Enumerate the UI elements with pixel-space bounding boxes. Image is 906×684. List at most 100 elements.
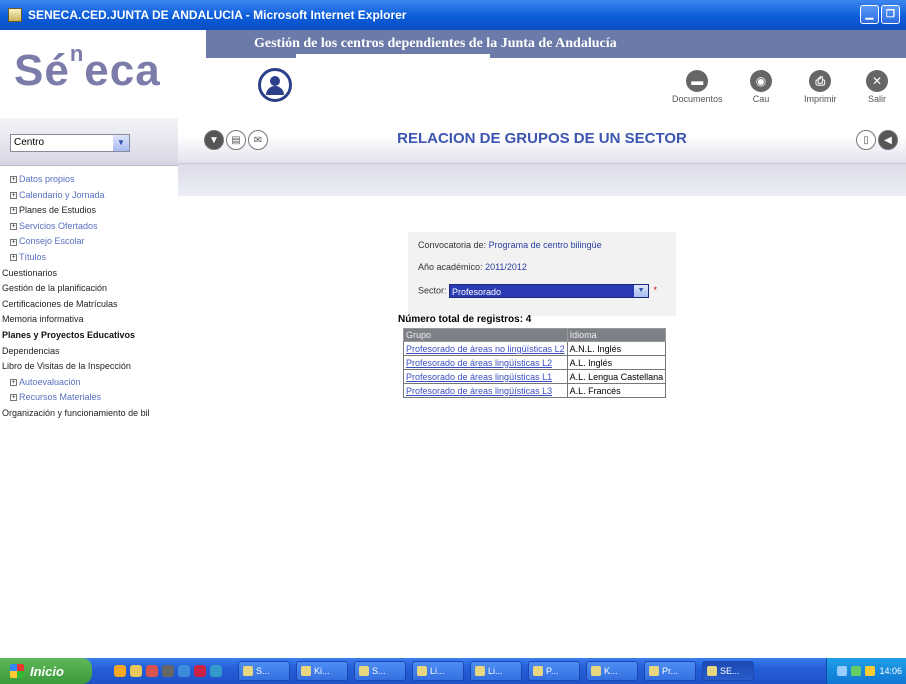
quicklaunch-icon[interactable]: [146, 665, 158, 677]
user-icon[interactable]: [258, 68, 292, 102]
exit-icon: ✕: [866, 70, 888, 92]
header-band-title: Gestión de los centros dependientes de l…: [254, 36, 617, 51]
system-tray: 14:06: [826, 658, 906, 684]
taskbar-item[interactable]: Li...: [412, 661, 464, 681]
taskbar-item[interactable]: Ki...: [296, 661, 348, 681]
tray-icon[interactable]: [851, 666, 862, 676]
convocatoria-value: Programa de centro bilingüe: [488, 240, 602, 250]
expand-icon: +: [10, 176, 17, 184]
tray-icon[interactable]: [865, 666, 876, 676]
idioma-cell: A.L. Inglés: [566, 355, 667, 370]
group-link[interactable]: Profesorado de áreas lingüísticas L3: [406, 386, 552, 396]
convocatoria-label: Convocatoria de:: [418, 240, 487, 250]
windows-flag-icon: [10, 664, 24, 678]
expand-icon: +: [10, 238, 17, 246]
sidebar-item-servicios[interactable]: + Servicios Ofertados: [2, 219, 178, 235]
sidebar-item-planes-proyectos[interactable]: Planes y Proyectos Educativos: [2, 328, 178, 344]
folder-icon: [301, 666, 311, 676]
maximize-icon[interactable]: ❐: [881, 5, 900, 24]
window-title: SENECA.CED.JUNTA DE ANDALUCIA - Microsof…: [28, 8, 407, 22]
chevron-down-icon[interactable]: ▼: [634, 285, 649, 297]
expand-icon: +: [10, 394, 17, 402]
tray-icon[interactable]: [837, 666, 848, 676]
table-row: Profesorado de áreas lingüísticas L2 A.L…: [403, 355, 667, 370]
sidebar-item-autoevaluacion[interactable]: + Autoevaluación: [2, 375, 178, 391]
idioma-cell: A.L. Lengua Castellana: [566, 369, 667, 384]
sub-header-band: [178, 164, 906, 196]
taskbar-item[interactable]: P...: [528, 661, 580, 681]
sidebar-item-recursos[interactable]: + Recursos Materiales: [2, 390, 178, 406]
document-icon: [533, 666, 543, 676]
anio-value: 2011/2012: [485, 262, 527, 272]
group-link[interactable]: Profesorado de áreas lingüísticas L1: [406, 372, 552, 382]
quicklaunch-icon[interactable]: [210, 665, 222, 677]
expand-icon: +: [10, 254, 17, 262]
documents-icon: ▬: [686, 70, 709, 92]
start-button[interactable]: Inicio: [0, 658, 92, 684]
expand-icon: +: [10, 222, 17, 230]
sidebar-item-planes-estudios[interactable]: + Planes de Estudios: [2, 203, 178, 219]
ie-app-icon: [8, 8, 22, 22]
sector-label: Sector:: [418, 285, 447, 296]
table-row: Profesorado de áreas lingüísticas L3 A.L…: [403, 383, 667, 398]
sidebar-item-datos-propios[interactable]: + Datos propios: [2, 172, 178, 188]
group-link[interactable]: Profesorado de áreas lingüísticas L2: [406, 358, 552, 368]
taskbar-item[interactable]: K...: [586, 661, 638, 681]
window-icon: [243, 666, 253, 676]
window-title-bar: SENECA.CED.JUNTA DE ANDALUCIA - Microsof…: [0, 0, 906, 30]
clock: 14:06: [879, 666, 902, 676]
sidebar-item-memoria[interactable]: Memoria informativa: [2, 312, 178, 328]
centro-select[interactable]: Centro ▼: [10, 134, 130, 152]
taskbar-item-active[interactable]: SE...: [702, 661, 754, 681]
quicklaunch-icon[interactable]: [130, 665, 142, 677]
taskbar-item[interactable]: Li...: [470, 661, 522, 681]
sidebar-item-calendario[interactable]: + Calendario y Jornada: [2, 188, 178, 204]
sidebar-item-libro-visitas[interactable]: Libro de Visitas de la Inspección: [2, 359, 178, 375]
filter-form: Convocatoria de: Programa de centro bili…: [408, 232, 676, 316]
quicklaunch-icon[interactable]: [178, 665, 190, 677]
groups-table: Grupo Idioma Profesorado de áreas no lin…: [403, 328, 667, 398]
app-icon: [359, 666, 369, 676]
sidebar-menu: + Datos propios + Calendario y Jornada + Pl…: [0, 166, 178, 422]
exit-button[interactable]: ✕ Salir: [866, 70, 888, 104]
minimize-icon[interactable]: ▁: [860, 5, 879, 24]
sidebar-item-certificaciones[interactable]: Certificaciones de Matrículas: [2, 297, 178, 313]
quicklaunch-icon[interactable]: [194, 665, 206, 677]
cau-button[interactable]: ◉ Cau: [750, 70, 772, 104]
table-header-row: Grupo Idioma: [403, 328, 667, 342]
taskbar-item[interactable]: Pr...: [644, 661, 696, 681]
main-header: ▼ ▤ ✉ RELACION DE GRUPOS DE UN SECTOR ▯ …: [178, 118, 906, 164]
sector-select[interactable]: Profesorado ▼: [449, 284, 650, 298]
record-count: Número total de registros: 4: [398, 314, 532, 325]
document-icon[interactable]: ▯: [856, 130, 876, 150]
sidebar: Centro ▼ + Datos propios + Calendario y Jo…: [0, 118, 178, 658]
sidebar-item-cuestionarios[interactable]: Cuestionarios: [2, 266, 178, 282]
idioma-cell: A.L. Francés: [566, 383, 667, 398]
back-arrow-icon[interactable]: ◀: [878, 130, 898, 150]
ie-icon: [707, 666, 717, 676]
print-button[interactable]: ⎙ Imprimir: [804, 70, 837, 104]
print-icon: ⎙: [809, 70, 832, 92]
column-header-idioma[interactable]: Idioma: [566, 328, 667, 342]
document-icon: [649, 666, 659, 676]
quicklaunch-icon[interactable]: [114, 665, 126, 677]
sidebar-item-titulos[interactable]: + Títulos: [2, 250, 178, 266]
table-row: Profesorado de áreas no lingüísticas L2 …: [403, 341, 667, 356]
sidebar-item-dependencias[interactable]: Dependencias: [2, 344, 178, 360]
app-header: Gestión de los centros dependientes de l…: [0, 30, 906, 118]
quicklaunch-icon[interactable]: [162, 665, 174, 677]
idioma-cell: A.N.L. Inglés: [566, 341, 667, 356]
required-mark: *: [653, 285, 658, 296]
sidebar-item-planificacion[interactable]: Gestión de la planificación: [2, 281, 178, 297]
group-link[interactable]: Profesorado de áreas no lingüísticas L2: [406, 344, 565, 354]
expand-icon: +: [10, 207, 17, 215]
column-header-grupo[interactable]: Grupo: [403, 328, 568, 342]
taskbar-item[interactable]: S...: [354, 661, 406, 681]
sidebar-item-consejo[interactable]: + Consejo Escolar: [2, 234, 178, 250]
taskbar-item[interactable]: S...: [238, 661, 290, 681]
expand-icon: +: [10, 191, 17, 199]
document-icon: [475, 666, 485, 676]
chevron-down-icon[interactable]: ▼: [113, 135, 129, 151]
sidebar-item-organizacion[interactable]: Organización y funcionamiento de bil: [2, 406, 178, 422]
documents-button[interactable]: ▬ Documentos: [672, 70, 723, 104]
